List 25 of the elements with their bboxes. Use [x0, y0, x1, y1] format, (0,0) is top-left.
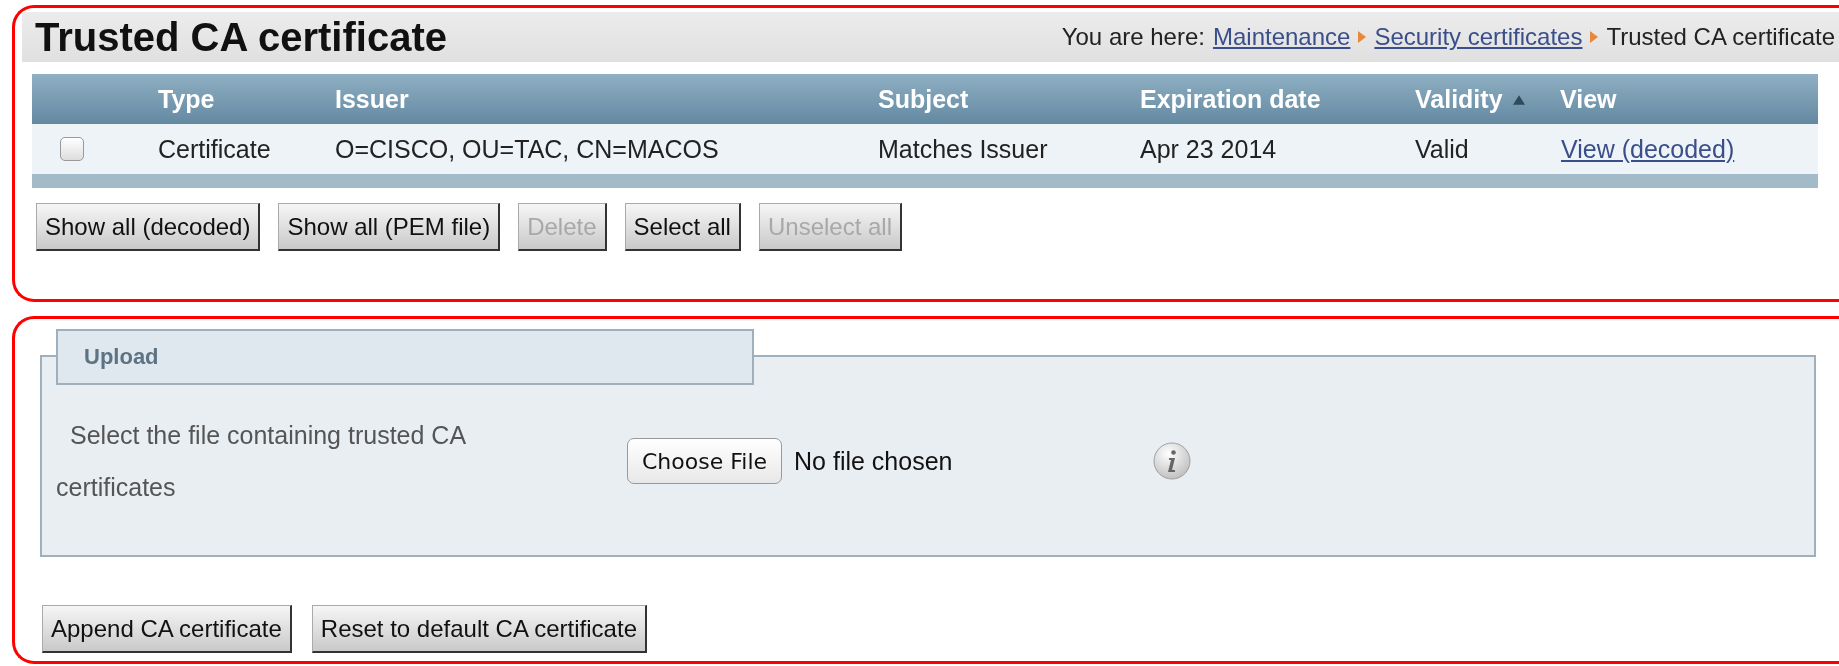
action-button[interactable]: Show all (decoded)	[36, 203, 261, 251]
info-icon[interactable]	[1152, 441, 1193, 481]
sort-ascending-icon	[1512, 94, 1525, 105]
upload-legend: Upload	[56, 329, 754, 385]
action-button[interactable]: Show all (PEM file)	[278, 203, 501, 251]
breadcrumb-current: Trusted CA certificate	[1606, 23, 1835, 51]
file-status: No file chosen	[794, 446, 954, 476]
breadcrumb-label: You are here:	[1061, 23, 1205, 51]
row-checkbox[interactable]	[60, 137, 84, 161]
choose-file-button[interactable]: Choose File	[627, 438, 783, 484]
page-title: Trusted CA certificate	[35, 14, 447, 60]
table-cell: Certificate	[158, 124, 335, 174]
view-link[interactable]: View (decoded)	[1561, 134, 1735, 163]
breadcrumb-arrow-icon	[1358, 31, 1367, 43]
breadcrumb-link[interactable]: Maintenance	[1212, 23, 1351, 51]
table-cell: Valid	[1415, 124, 1560, 174]
field-label: Select the file containing trusted CA certificates	[56, 420, 467, 503]
table-cell: O=CISCO, OU=TAC, CN=MACOS	[335, 124, 878, 174]
action-button[interactable]: Append CA certificate	[42, 605, 292, 653]
action-button[interactable]: Select all	[624, 203, 741, 251]
action-button[interactable]: Reset to default CA certificate	[311, 605, 647, 653]
breadcrumb-arrow-icon	[1590, 31, 1599, 43]
table-cell: Matches Issuer	[878, 124, 1140, 174]
table-cell: Apr 23 2014	[1140, 124, 1415, 174]
breadcrumb-link[interactable]: Security certificates	[1374, 23, 1583, 51]
